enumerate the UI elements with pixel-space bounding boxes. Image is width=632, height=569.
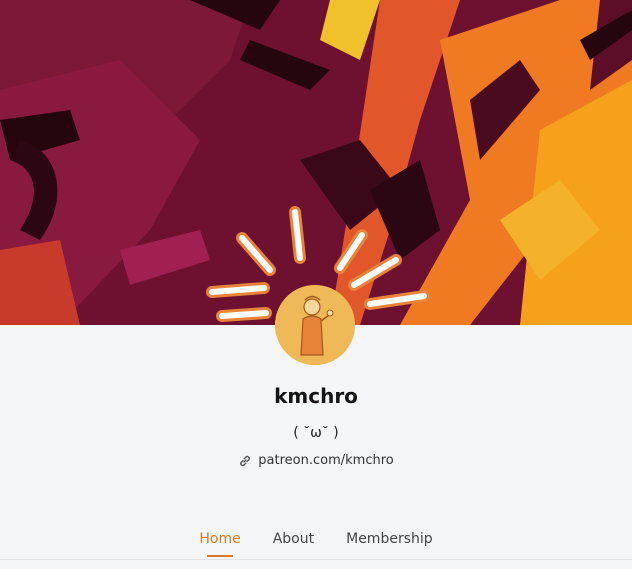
creator-page: kmchro ( ˘ω˘ ) patreon.com/kmchro Home A… — [0, 0, 632, 569]
creator-link[interactable]: patreon.com/kmchro — [0, 453, 632, 468]
creator-link-text[interactable]: patreon.com/kmchro — [258, 453, 393, 468]
creator-name: kmchro — [274, 384, 358, 408]
avatar[interactable] — [275, 285, 355, 365]
profile-tabs: Home About Membership — [0, 528, 632, 557]
tab-home[interactable]: Home — [199, 528, 241, 557]
tab-about[interactable]: About — [273, 528, 314, 557]
tabs-divider — [0, 559, 632, 560]
cover-banner — [0, 0, 632, 325]
tab-membership[interactable]: Membership — [346, 528, 433, 557]
creator-tagline: ( ˘ω˘ ) — [293, 425, 339, 441]
link-icon — [238, 454, 252, 468]
